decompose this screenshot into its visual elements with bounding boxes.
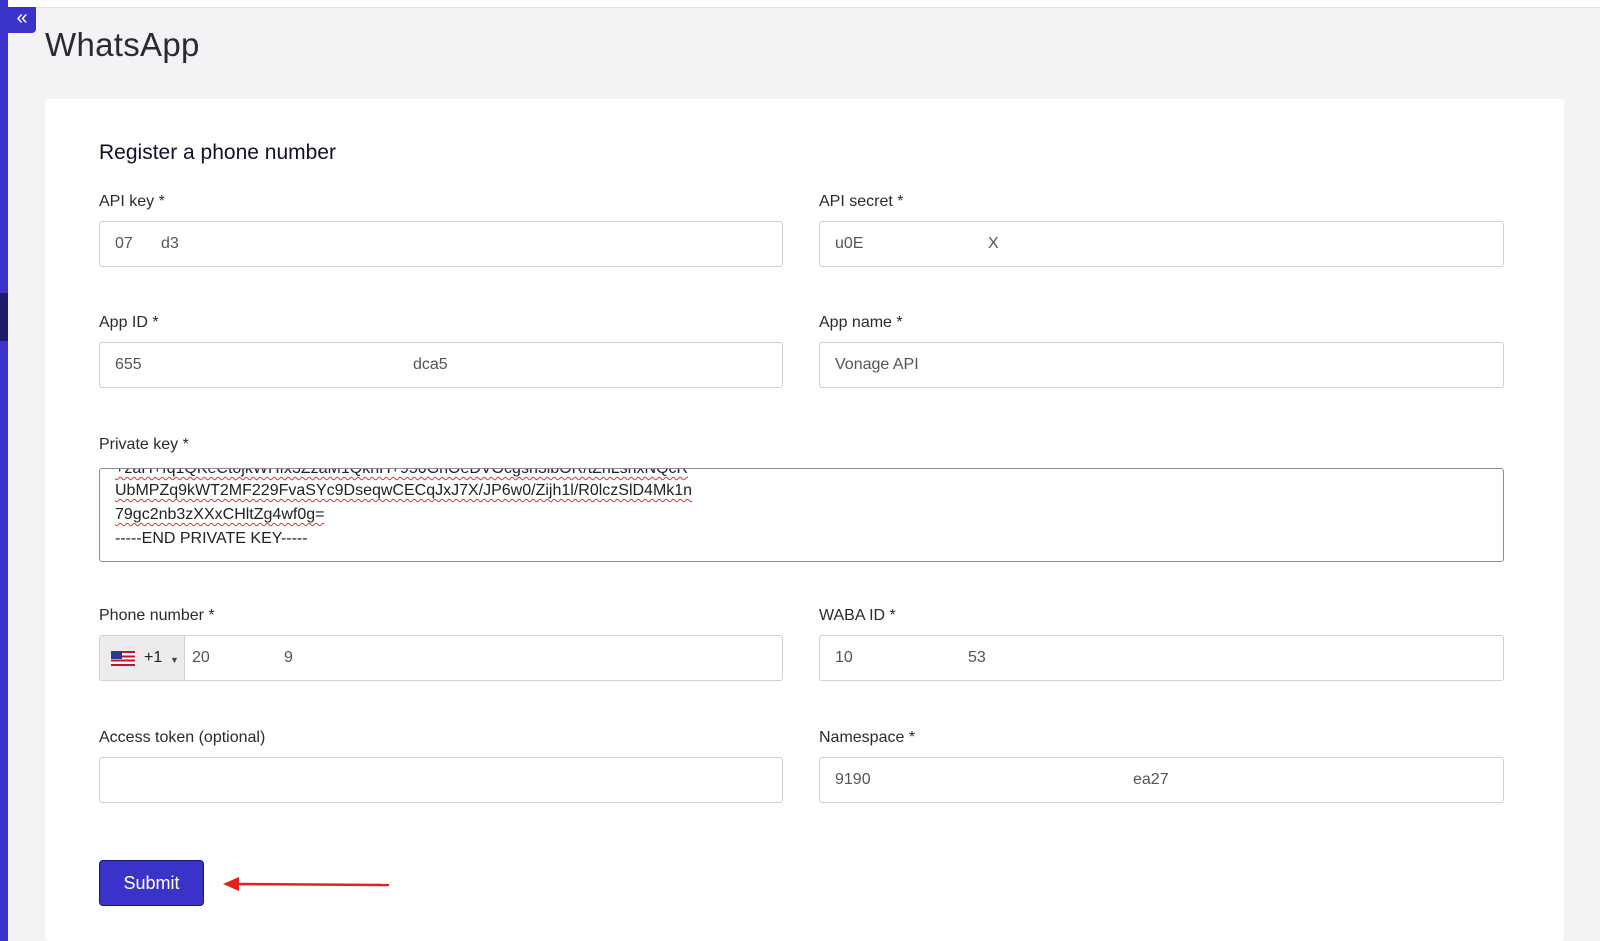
api-key-value-end: d3 xyxy=(161,235,179,252)
collapse-sidebar-button[interactable]: « xyxy=(8,7,36,33)
phone-value-start: 20 xyxy=(192,649,210,666)
private-key-label: Private key * xyxy=(99,436,189,453)
page-title: WhatsApp xyxy=(45,26,200,63)
top-border xyxy=(0,0,1600,8)
access-token-label: Access token (optional) xyxy=(99,729,266,746)
app-id-label: App ID * xyxy=(99,314,159,331)
namespace-value-end: ea27 xyxy=(1133,771,1169,788)
us-flag-icon xyxy=(111,651,135,666)
double-chevron-left-icon: « xyxy=(16,7,28,29)
caret-down-icon: ▼ xyxy=(170,655,179,665)
private-key-line: UbMPZq9kWT2MF229FvaSYc9DseqwCECqJxJ7X/JP… xyxy=(115,482,693,499)
api-secret-input[interactable]: u0E X xyxy=(819,221,1504,267)
country-code-select[interactable]: +1 ▼ xyxy=(100,636,185,680)
phone-number-label: Phone number * xyxy=(99,607,215,624)
submit-button[interactable]: Submit xyxy=(99,860,204,906)
app-id-value-end: dca5 xyxy=(413,356,448,373)
app-id-value-start: 655 xyxy=(115,356,142,373)
phone-value-end: 9 xyxy=(284,649,293,666)
namespace-value-start: 9190 xyxy=(835,771,871,788)
api-secret-label: API secret * xyxy=(819,193,904,210)
waba-id-input[interactable]: 10 53 xyxy=(819,635,1504,681)
namespace-label: Namespace * xyxy=(819,729,916,746)
private-key-line: -----END PRIVATE KEY----- xyxy=(115,530,308,547)
waba-id-label: WABA ID * xyxy=(819,607,896,624)
app-id-input[interactable]: 655 dca5 xyxy=(99,342,783,388)
access-token-input[interactable] xyxy=(99,757,783,803)
waba-id-value-start: 10 xyxy=(835,649,853,666)
phone-number-input[interactable]: 20 9 xyxy=(192,636,293,680)
sidebar xyxy=(0,0,8,941)
app-name-input[interactable]: Vonage API xyxy=(819,342,1504,388)
api-key-input[interactable]: 07 d3 xyxy=(99,221,783,267)
api-secret-value-end: X xyxy=(988,235,999,252)
api-key-label: API key * xyxy=(99,193,165,210)
api-key-value-start: 07 xyxy=(115,235,133,252)
namespace-input[interactable]: 9190 ea27 xyxy=(819,757,1504,803)
api-secret-value-start: u0E xyxy=(835,235,864,252)
waba-id-value-end: 53 xyxy=(968,649,986,666)
private-key-textarea[interactable]: +zaH+fq1QKeCtojkWHfx3ZzaM1QkhH+950GnOeDV… xyxy=(99,468,1504,562)
private-key-line: 79gc2nb3zXXxCHltZg4wf0g= xyxy=(115,506,325,523)
annotation-arrow-icon xyxy=(223,877,390,891)
private-key-line: +zaH+fq1QKeCtojkWHfx3ZzaM1QkhH+950GnOeDV… xyxy=(115,468,689,477)
app-name-label: App name * xyxy=(819,314,903,331)
form-title: Register a phone number xyxy=(99,141,336,164)
register-form-card: Register a phone number API key * 07 d3 A… xyxy=(45,99,1564,941)
phone-number-field: +1 ▼ 20 9 xyxy=(99,635,783,681)
country-dial-code: +1 xyxy=(144,649,163,666)
sidebar-active-marker xyxy=(0,293,8,341)
